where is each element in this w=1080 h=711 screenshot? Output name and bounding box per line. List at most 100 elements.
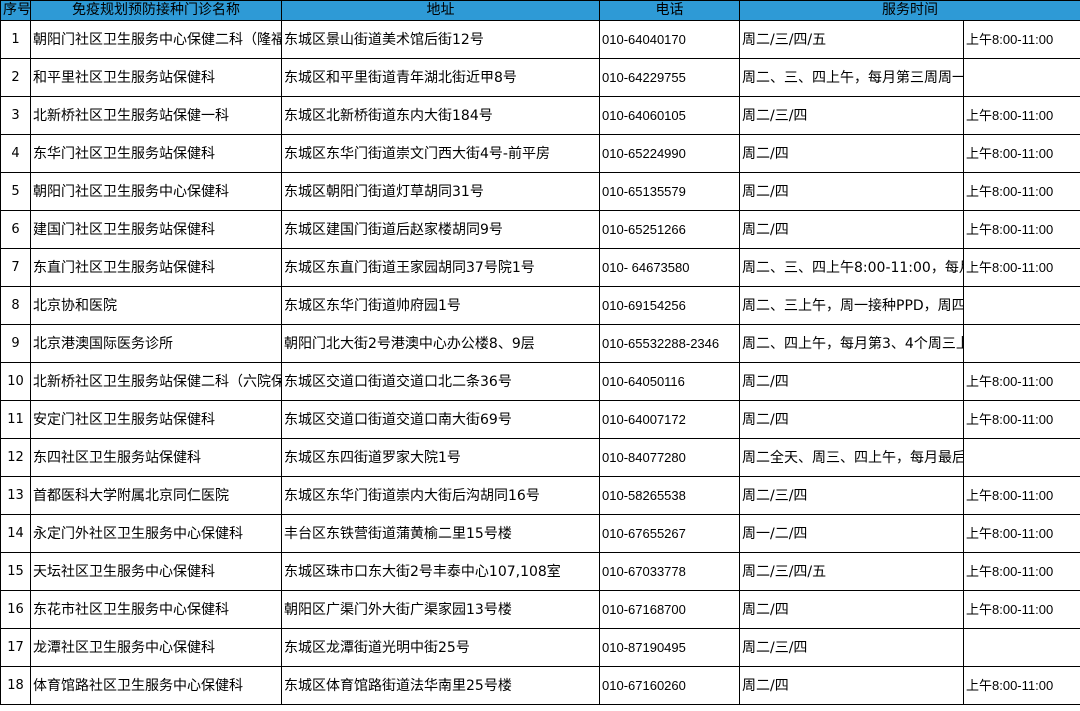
service-hours: 上午8:00-11:00 [963,400,1080,439]
clinic-name: 东花市社区卫生服务中心保健科 [30,590,282,629]
clinic-name: 龙潭社区卫生服务中心保健科 [30,628,282,667]
clinic-phone: 010-69154256 [599,286,740,325]
row-number: 3 [0,96,31,135]
service-days: 周二/四 [739,172,964,211]
clinic-name: 首都医科大学附属北京同仁医院 [30,476,282,515]
table-body: 1朝阳门社区卫生服务中心保健二科（隆福保健科）东城区景山街道美术馆后街12号01… [0,20,1080,705]
clinic-name: 天坛社区卫生服务中心保健科 [30,552,282,591]
service-hours [963,628,1080,667]
service-hours: 上午8:00-11:00 [963,476,1080,515]
table-row: 11 安定门社区卫生服务站保健科 东城区交道口街道交道口南大街69号 010-6400… [0,400,1080,439]
table-row: 7 东直门社区卫生服务站保健科 东城区东直门街道王家园胡同37号院1号 010- 64… [0,248,1080,287]
service-days: 周二、三、四上午，每月第三周周一、四下午卡介苗 [739,58,964,97]
clinic-address: 东城区体育馆路街道法华南里25号楼 [281,666,600,705]
service-hours: 上午8:00-11:00 [963,20,1080,59]
clinic-phone: 010-64040170 [599,20,740,59]
clinic-address: 东城区景山街道美术馆后街12号 [281,20,600,59]
row-number: 13 [0,476,31,515]
service-days: 周二/三/四/五 [739,552,964,591]
row-number: 17 [0,628,31,667]
clinic-phone: 010-65135579 [599,172,740,211]
row-number: 16 [0,590,31,629]
clinic-name: 东直门社区卫生服务站保健科 [30,248,282,287]
clinic-phone: 010-58265538 [599,476,740,515]
clinic-phone: 010-67160260 [599,666,740,705]
row-number: 15 [0,552,31,591]
row-number: 2 [0,58,31,97]
row-number: 11 [0,400,31,439]
clinic-name: 东华门社区卫生服务站保健科 [30,134,282,173]
row-number: 10 [0,362,31,401]
clinic-phone: 010-65532288-2346 [599,324,740,363]
clinic-phone: 010-67168700 [599,590,740,629]
clinic-address: 东城区龙潭街道光明中街25号 [281,628,600,667]
service-hours: 上午8:00-11:00 [963,210,1080,249]
service-hours: 上午8:00-11:00 [963,590,1080,629]
service-days: 周二全天、周三、四上午，每月最后一周的一、四下午卡介苗 [739,438,964,477]
clinic-phone: 010-64229755 [599,58,740,97]
clinic-name: 永定门外社区卫生服务中心保健科 [30,514,282,553]
clinic-address: 东城区东直门街道王家园胡同37号院1号 [281,248,600,287]
clinic-phone: 010-65251266 [599,210,740,249]
clinic-address: 东城区建国门街道后赵家楼胡同9号 [281,210,600,249]
row-number: 18 [0,666,31,705]
service-hours: 上午8:00-11:00 [963,96,1080,135]
service-hours [963,58,1080,97]
table-row: 10北新桥社区卫生服务站保健二科（六院保健科）东城区交道口街道交道口北二条36号… [0,362,1080,401]
clinic-name: 和平里社区卫生服务站保健科 [30,58,282,97]
clinic-name: 朝阳门社区卫生服务中心保健二科（隆福保健科） [30,20,282,59]
clinic-name: 体育馆路社区卫生服务中心保健科 [30,666,282,705]
service-days: 周二、四上午，每月第3、4个周三上午（托幼、卡介苗） [739,324,964,363]
service-days: 周二/四 [739,590,964,629]
clinic-name: 北京港澳国际医务诊所 [30,324,282,363]
clinic-phone: 010-64060105 [599,96,740,135]
service-hours: 上午8:00-11:00 [963,172,1080,211]
header-name: 免疫规划预防接种门诊名称 [30,0,282,21]
header-phone: 电话 [599,0,740,21]
clinic-address: 东城区北新桥街道东内大街184号 [281,96,600,135]
table-header: 序号 免疫规划预防接种门诊名称 地址 电话 服务时间 [0,0,1080,21]
clinic-address: 东城区东四街道罗家大院1号 [281,438,600,477]
clinic-phone: 010-64050116 [599,362,740,401]
table-row: 5 朝阳门社区卫生服务中心保健科 东城区朝阳门街道灯草胡同31号 010-651355… [0,172,1080,211]
clinic-address: 东城区交道口街道交道口南大街69号 [281,400,600,439]
row-number: 4 [0,134,31,173]
service-hours: 上午8:00-11:00 [963,666,1080,705]
table-row: 15 天坛社区卫生服务中心保健科 东城区珠市口东大街2号丰泰中心107,108室 01… [0,552,1080,591]
service-days: 周二、三上午，周一接种PPD，周四查看结果接种卡介苗 [739,286,964,325]
row-number: 9 [0,324,31,363]
row-number: 7 [0,248,31,287]
service-days: 周二/四 [739,400,964,439]
row-number: 6 [0,210,31,249]
service-hours [963,286,1080,325]
clinic-address: 东城区珠市口东大街2号丰泰中心107,108室 [281,552,600,591]
clinic-name: 朝阳门社区卫生服务中心保健科 [30,172,282,211]
clinic-phone: 010-67033778 [599,552,740,591]
clinic-name: 安定门社区卫生服务站保健科 [30,400,282,439]
service-hours: 上午8:00-11:00 [963,362,1080,401]
clinic-name: 建国门社区卫生服务站保健科 [30,210,282,249]
table-row: 17 龙潭社区卫生服务中心保健科 东城区龙潭街道光明中街25号 010-8719049… [0,628,1080,667]
clinic-phone: 010-64007172 [599,400,740,439]
service-days: 周二/三/四 [739,628,964,667]
table-row: 14 永定门外社区卫生服务中心保健科 丰台区东铁营街道蒲黄榆二里15号楼 010-67… [0,514,1080,553]
service-hours: 上午8:00-11:00 [963,248,1080,287]
clinic-phone: 010- 64673580 [599,248,740,287]
row-number: 5 [0,172,31,211]
clinic-phone: 010-84077280 [599,438,740,477]
clinic-name: 东四社区卫生服务站保健科 [30,438,282,477]
table-row: 3 北新桥社区卫生服务站保健一科 东城区北新桥街道东内大街184号 010-64060… [0,96,1080,135]
service-hours: 上午8:00-11:00 [963,134,1080,173]
clinic-address: 东城区东华门街道崇文门西大街4号-前平房 [281,134,600,173]
header-row: 序号 免疫规划预防接种门诊名称 地址 电话 服务时间 [0,0,1080,21]
service-days: 周二/四 [739,210,964,249]
header-no: 序号 [0,0,31,21]
header-service-time: 服务时间 [739,0,1080,21]
row-number: 8 [0,286,31,325]
clinic-address: 朝阳门北大街2号港澳中心办公楼8、9层 [281,324,600,363]
clinic-address: 朝阳区广渠门外大街广渠家园13号楼 [281,590,600,629]
service-days: 周二/四 [739,134,964,173]
clinic-table: 序号 免疫规划预防接种门诊名称 地址 电话 服务时间 1 朝阳门社区卫生服务中心保… [0,0,1080,705]
row-number: 14 [0,514,31,553]
service-days: 周二/三/四/五 [739,20,964,59]
